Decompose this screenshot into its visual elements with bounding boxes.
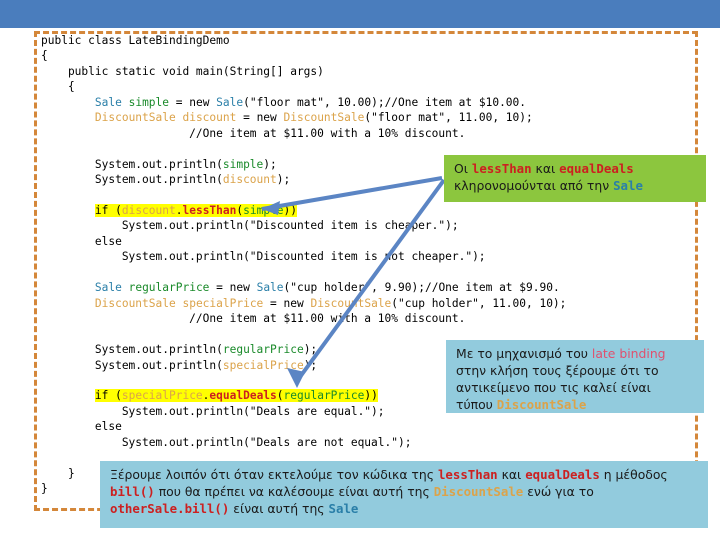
keyword-equaldeals-2: equalDeals [525, 467, 600, 482]
keyword-lessthan: lessThan [471, 161, 532, 176]
keyword-othersale-bill: otherSale.bill() [110, 501, 230, 516]
slide-canvas: public class LateBindingDemo { public sta… [0, 0, 720, 540]
cyan1-line1: Με το μηχανισμό του late binding [456, 346, 666, 361]
java-code-rendered: public class LateBindingDemo { public sta… [41, 33, 717, 497]
code-line: { [41, 49, 48, 63]
code-line: public class LateBindingDemo [41, 34, 230, 47]
keyword-lessthan-2: lessThan [437, 467, 498, 482]
cyan1-line3: αντικείμενο που τις καλεί είναι [456, 380, 651, 395]
code-line: else [41, 420, 122, 434]
keyword-equaldeals: equalDeals [559, 161, 634, 176]
code-line: System.out.println("Discounted item is n… [41, 250, 486, 264]
code-line: { [41, 80, 75, 94]
keyword-sale: Sale [613, 178, 643, 193]
keyword-sale-2: Sale [328, 501, 359, 516]
keyword-bill: bill() [110, 484, 155, 499]
code-line: Sale simple = new Sale("floor mat", 10.0… [94, 95, 527, 109]
green-line1: Οι lessThan και equalDeals [454, 161, 634, 176]
green-line2: κληρονομούνται από την Sale [454, 178, 643, 193]
header-band [0, 0, 720, 28]
code-line: else [41, 234, 122, 248]
callout-green-inheritance: Οι lessThan και equalDeals κληρονομούντα… [444, 155, 706, 202]
code-line: //One item at $11.00 with a 10% discount… [41, 312, 466, 326]
code-line: public static void main(String[] args) [41, 64, 324, 78]
code-line: DiscountSale discount = new DiscountSale… [94, 111, 533, 125]
keyword-late-binding: late binding [591, 346, 666, 361]
code-line: System.out.println("Discounted item is c… [41, 219, 459, 233]
cyan1-line2: στην κλήση τους ξέρουμε ότι το [456, 363, 659, 378]
callout-cyan-summary: Ξέρουμε λοιπόν ότι όταν εκτελούμε τον κώ… [100, 461, 708, 528]
keyword-discountsale: DiscountSale [496, 397, 587, 412]
callout-cyan-late-binding: Με το μηχανισμό του late binding στην κλ… [446, 340, 704, 413]
code-line: System.out.println("Deals are not equal.… [41, 435, 412, 449]
code-line: if (discount.lessThan(simple)) [94, 203, 298, 217]
code-line: DiscountSale specialPrice = new Discount… [94, 296, 567, 310]
code-line: //One item at $11.00 with a 10% discount… [41, 126, 466, 140]
cyan1-line4: τύπου DiscountSale [456, 397, 587, 412]
code-line: Sale regularPrice = new Sale("cup holder… [94, 281, 560, 295]
keyword-discountsale-2: DiscountSale [433, 484, 524, 499]
